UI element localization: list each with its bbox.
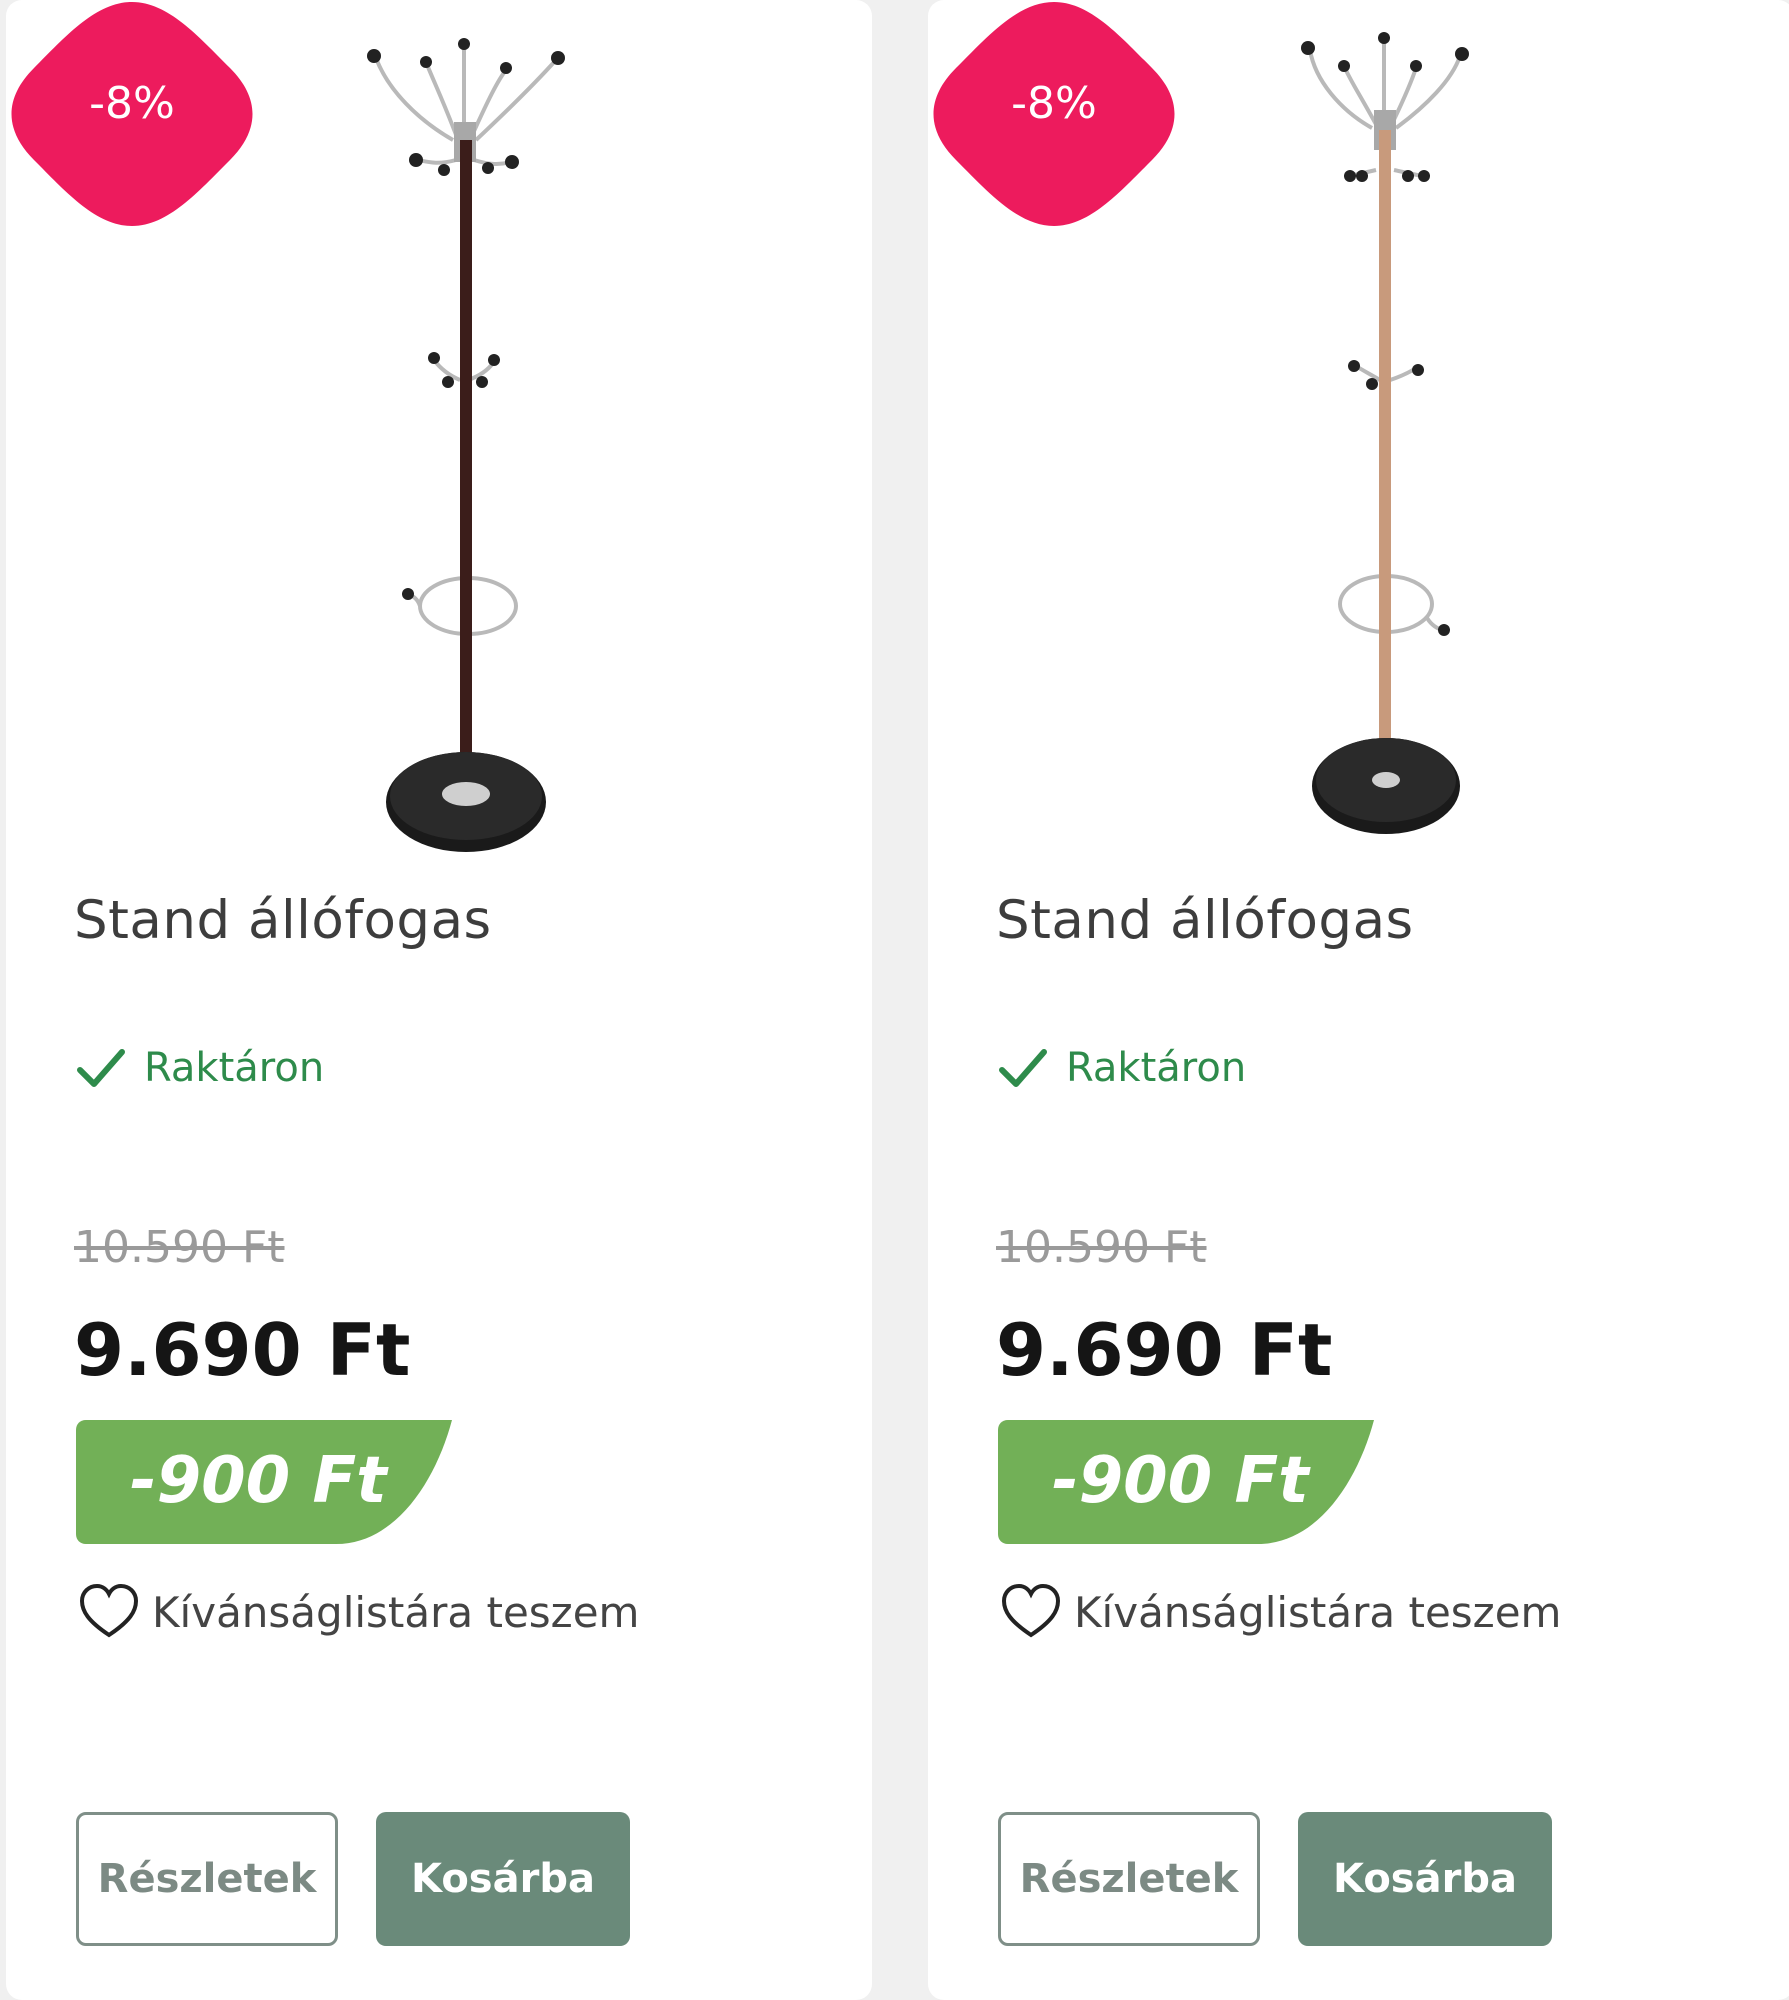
discount-badge: -8% bbox=[930, 0, 1178, 232]
discount-badge-text: -8% bbox=[1011, 78, 1097, 129]
coat-stand-dark-image[interactable] bbox=[268, 10, 668, 870]
saving-badge: -900 Ft bbox=[998, 1420, 1378, 1544]
product-card: -8% Stand állófogas Raktáron 10.590 Ft 9… bbox=[6, 0, 872, 2000]
details-button[interactable]: Részletek bbox=[998, 1812, 1260, 1946]
add-to-cart-button[interactable]: Kosárba bbox=[376, 1812, 630, 1946]
discount-badge-text: -8% bbox=[89, 78, 175, 129]
product-card: -8% Stand állófogas Raktáron 10.590 Ft 9… bbox=[928, 0, 1789, 2000]
wishlist-link[interactable]: Kívánságlistára teszem bbox=[78, 1580, 639, 1644]
heart-outline-icon bbox=[79, 1583, 139, 1638]
saving-amount: -900 Ft bbox=[130, 1444, 387, 1518]
discount-badge: -8% bbox=[8, 0, 256, 232]
wishlist-label: Kívánságlistára teszem bbox=[1074, 1587, 1562, 1637]
check-icon bbox=[999, 1049, 1047, 1087]
saving-badge: -900 Ft bbox=[76, 1420, 456, 1544]
details-button[interactable]: Részletek bbox=[76, 1812, 338, 1946]
product-title[interactable]: Stand állófogas bbox=[996, 890, 1414, 951]
current-price: 9.690 Ft bbox=[74, 1308, 411, 1392]
stock-label: Raktáron bbox=[144, 1045, 325, 1091]
wishlist-label: Kívánságlistára teszem bbox=[152, 1587, 640, 1637]
product-title[interactable]: Stand állófogas bbox=[74, 890, 492, 951]
check-icon bbox=[77, 1049, 125, 1087]
old-price: 10.590 Ft bbox=[996, 1222, 1207, 1273]
saving-amount: -900 Ft bbox=[1052, 1444, 1309, 1518]
heart-outline-icon bbox=[1001, 1583, 1061, 1638]
add-to-cart-button[interactable]: Kosárba bbox=[1298, 1812, 1552, 1946]
old-price: 10.590 Ft bbox=[74, 1222, 285, 1273]
wishlist-link[interactable]: Kívánságlistára teszem bbox=[1000, 1580, 1561, 1644]
stock-status: Raktáron bbox=[74, 1038, 324, 1098]
coat-stand-light-image[interactable] bbox=[1190, 10, 1590, 870]
current-price: 9.690 Ft bbox=[996, 1308, 1333, 1392]
stock-status: Raktáron bbox=[996, 1038, 1246, 1098]
stock-label: Raktáron bbox=[1066, 1045, 1247, 1091]
